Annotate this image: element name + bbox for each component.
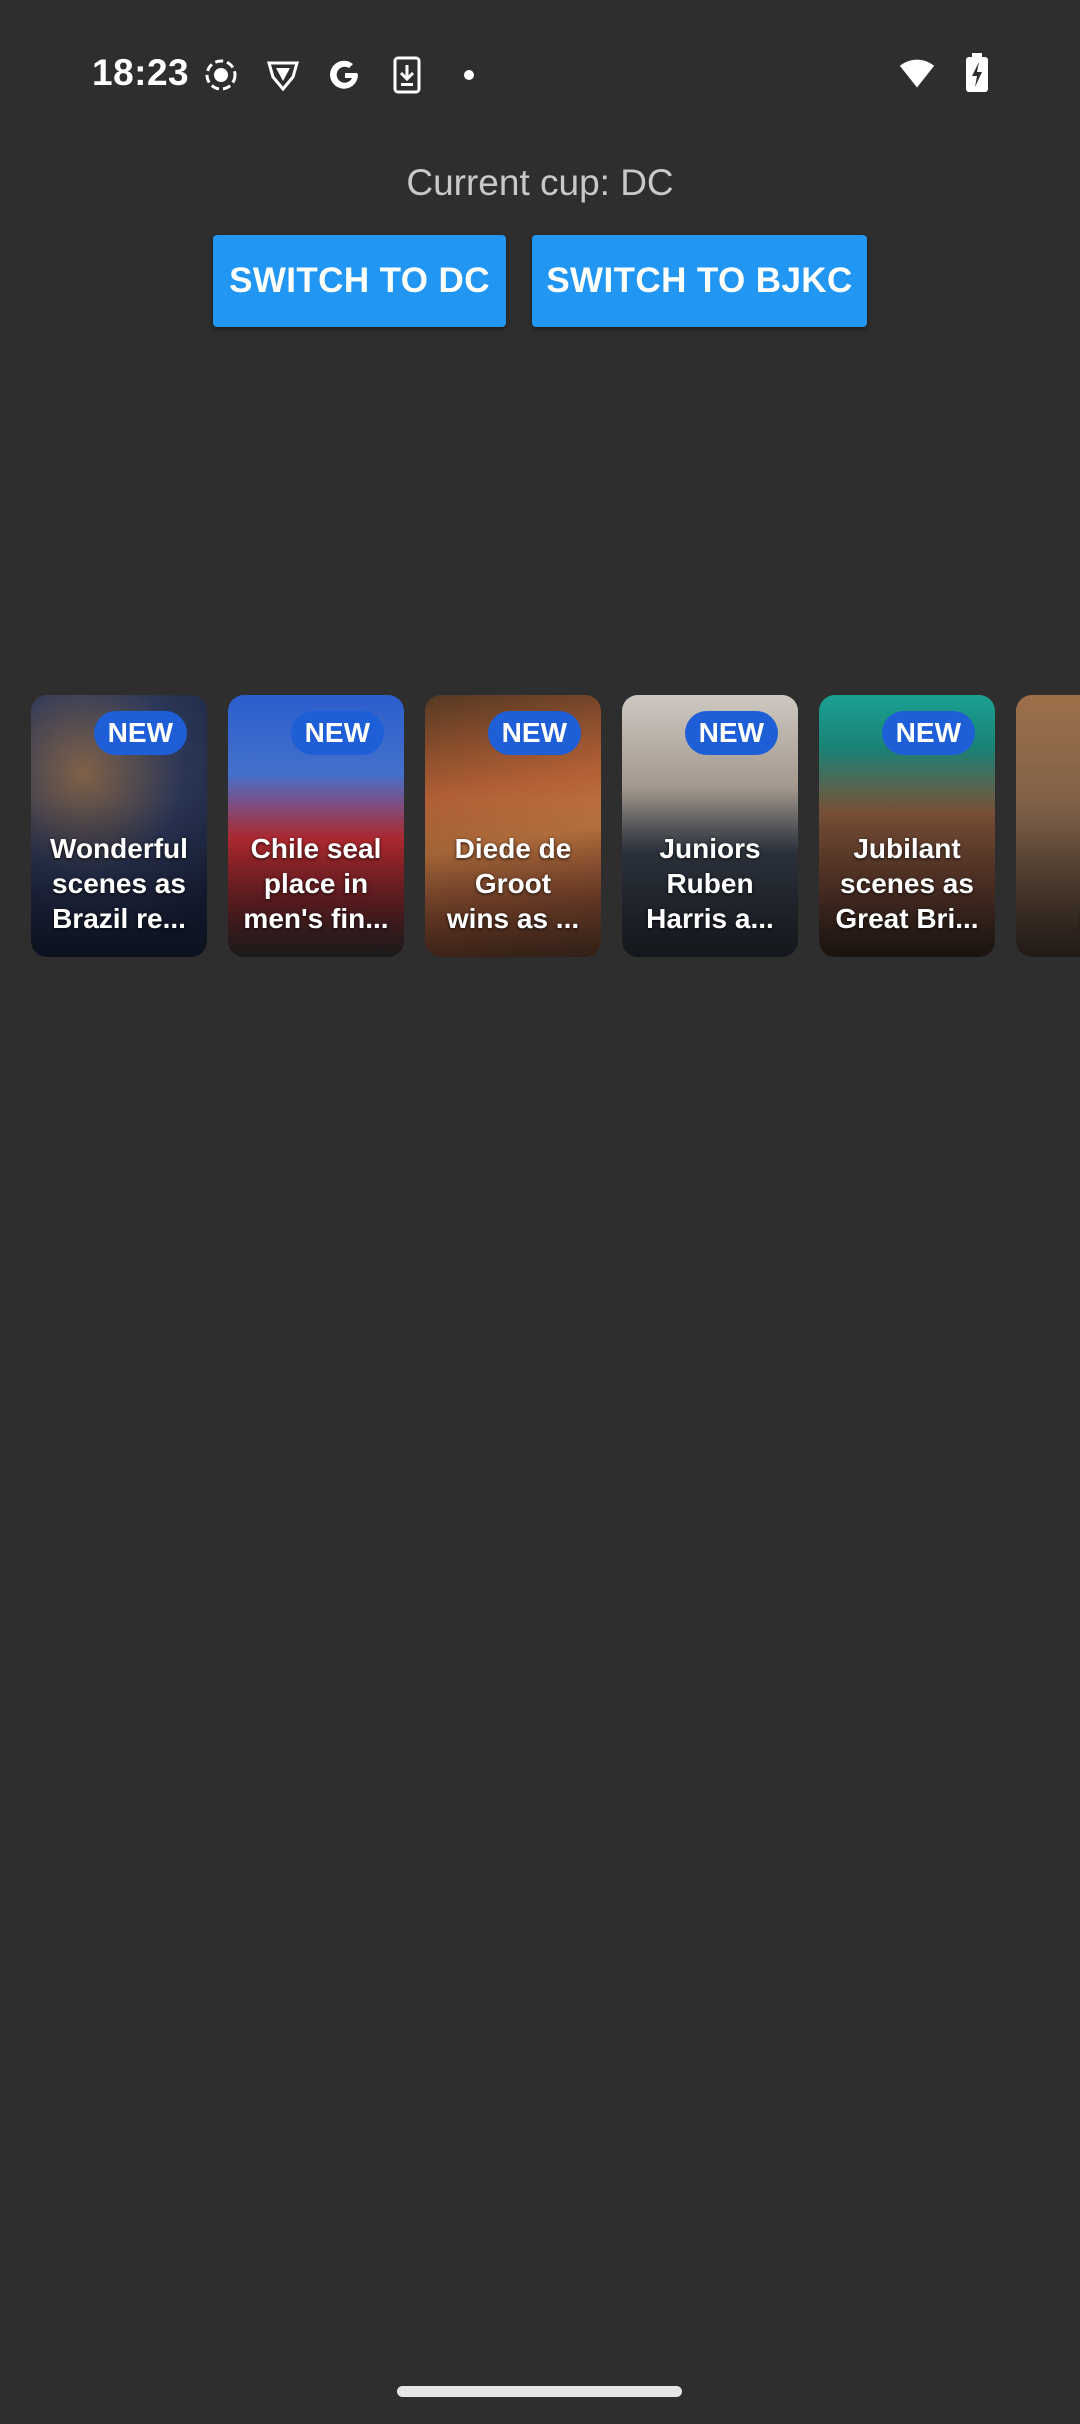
- download-icon: [388, 56, 426, 94]
- status-icons-left: [202, 56, 488, 94]
- story-card-partial[interactable]: Br J Lan: [1016, 695, 1080, 957]
- stories-carousel[interactable]: NEW Wonderful scenes as Brazil re... NEW…: [31, 695, 1080, 957]
- new-badge: NEW: [487, 711, 581, 755]
- new-badge: NEW: [290, 711, 384, 755]
- story-title: Chile seal place in men's fin...: [243, 833, 389, 934]
- story-title: Jubilant scenes as Great Bri...: [835, 833, 979, 934]
- app-screen: 18:23 Current cup: DC SWITCH TO DC SWITC…: [0, 0, 1080, 2424]
- story-title: Juniors Ruben Harris a...: [646, 833, 774, 934]
- battery-charging-icon: [958, 53, 996, 92]
- new-badge: NEW: [881, 711, 975, 755]
- status-icons-right: [898, 53, 996, 92]
- new-badge: NEW: [93, 711, 187, 755]
- story-card[interactable]: NEW Wonderful scenes as Brazil re...: [31, 695, 207, 957]
- switch-to-bjkc-button[interactable]: SWITCH TO BJKC: [532, 235, 867, 327]
- story-card[interactable]: NEW Chile seal place in men's fin...: [228, 695, 404, 957]
- switch-to-dc-button[interactable]: SWITCH TO DC: [213, 235, 506, 327]
- status-time: 18:23: [92, 52, 190, 93]
- story-card[interactable]: NEW Jubilant scenes as Great Bri...: [819, 695, 995, 957]
- vpn-shield-icon: [264, 56, 302, 94]
- new-badge: NEW: [684, 711, 778, 755]
- story-title: Wonderful scenes as Brazil re...: [50, 833, 188, 934]
- story-card[interactable]: NEW Diede de Groot wins as ...: [425, 695, 601, 957]
- status-bar: 18:23: [0, 0, 1080, 150]
- google-icon: [326, 56, 364, 94]
- gesture-nav-handle[interactable]: [397, 2386, 682, 2397]
- screen-record-icon: [202, 56, 240, 94]
- story-title: Diede de Groot wins as ...: [446, 833, 580, 934]
- current-cup-label: Current cup: DC: [406, 162, 674, 203]
- story-card[interactable]: NEW Juniors Ruben Harris a...: [622, 695, 798, 957]
- dot-icon: [450, 56, 488, 94]
- wifi-icon: [898, 54, 936, 92]
- story-title: Br J Lan: [1022, 831, 1080, 936]
